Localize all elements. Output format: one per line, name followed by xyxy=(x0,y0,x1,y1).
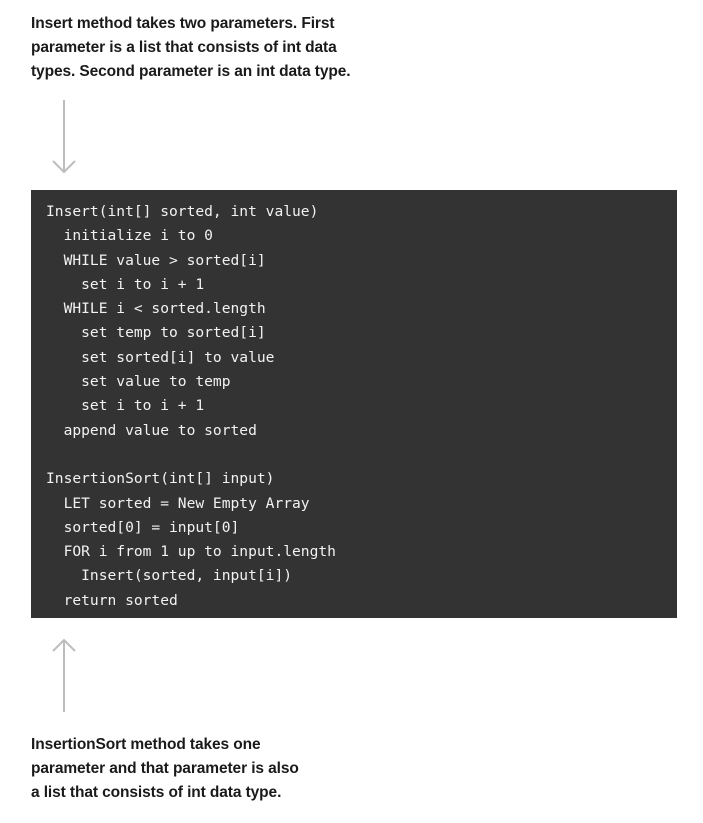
code-line: set temp to sorted[i] xyxy=(46,324,266,342)
insert-method-note: Insert method takes two parameters. Firs… xyxy=(31,12,351,84)
note-line: types. Second parameter is an int data t… xyxy=(31,63,351,80)
arrow-down-icon xyxy=(52,100,76,174)
note-line: InsertionSort method takes one xyxy=(31,736,261,753)
code-line: WHILE value > sorted[i] xyxy=(46,251,266,269)
code-line: initialize i to 0 xyxy=(46,227,213,245)
code-line: LET sorted = New Empty Array xyxy=(46,494,310,512)
code-line: sorted[0] = input[0] xyxy=(46,518,240,536)
insertion-sort-method-note: InsertionSort method takes one parameter… xyxy=(31,733,299,805)
code-line: Insert(sorted, input[i]) xyxy=(46,567,293,585)
code-line: set value to temp xyxy=(46,373,231,391)
code-line: return sorted xyxy=(46,591,178,609)
note-line: Insert method takes two parameters. Firs… xyxy=(31,15,335,32)
code-line: FOR i from 1 up to input.length xyxy=(46,543,336,561)
code-line: Insert(int[] sorted, int value) xyxy=(46,203,319,220)
code-line: InsertionSort(int[] input) xyxy=(46,470,275,488)
pseudocode-block: Insert(int[] sorted, int value) initiali… xyxy=(31,190,677,618)
code-line: append value to sorted xyxy=(46,421,257,439)
note-line: a list that consists of int data type. xyxy=(31,784,282,801)
code-line: set i to i + 1 xyxy=(46,275,205,293)
arrow-up-icon xyxy=(52,638,76,712)
note-line: parameter is a list that consists of int… xyxy=(31,39,337,56)
code-line: set i to i + 1 xyxy=(46,397,205,415)
note-line: parameter and that parameter is also xyxy=(31,760,299,777)
code-line: WHILE i < sorted.length xyxy=(46,300,266,318)
code-line: set sorted[i] to value xyxy=(46,348,275,366)
